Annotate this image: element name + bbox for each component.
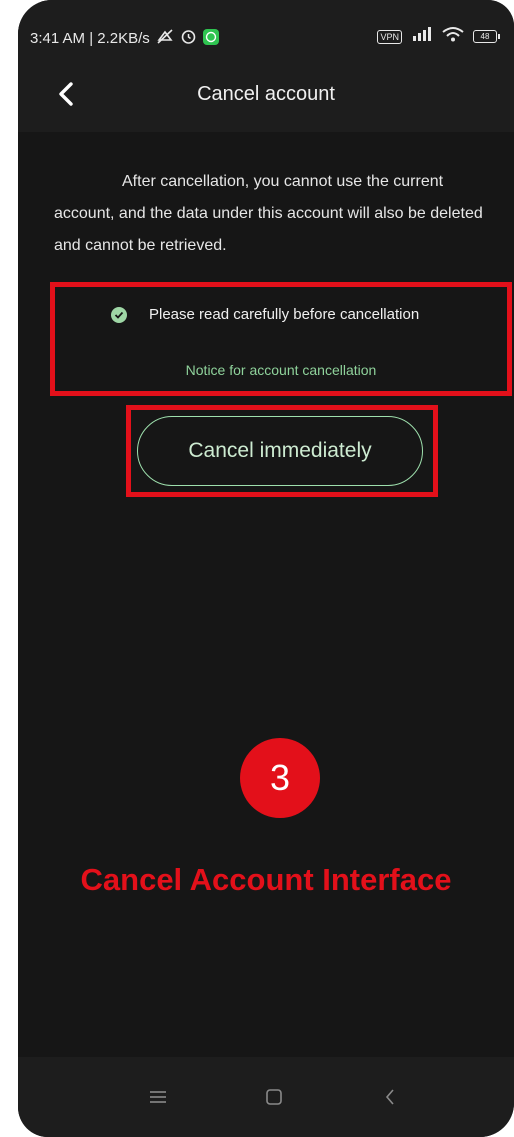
warning-text: After cancellation, you cannot use the c…: [54, 173, 483, 254]
square-icon: [266, 1089, 282, 1105]
button-highlight-box: Cancel immediately: [126, 405, 438, 497]
status-right: VPN 48: [377, 26, 500, 47]
check-icon: [111, 306, 127, 323]
annotation-caption: Cancel Account Interface: [80, 862, 452, 897]
recent-apps-button[interactable]: [138, 1077, 178, 1117]
page-title: Cancel account: [197, 83, 335, 105]
vpn-icon: VPN: [377, 29, 402, 44]
phone-screen: 3:41 AM | 2.2KB/s VPN 48 Cancel account …: [18, 0, 514, 1137]
system-nav-bar: [18, 1057, 514, 1137]
step-number-badge: 3: [240, 738, 320, 818]
battery-icon: 48: [473, 30, 500, 43]
menu-icon: [150, 1091, 166, 1103]
whatsapp-icon: [202, 28, 219, 49]
notice-highlight-box: Please read carefully before cancellatio…: [50, 282, 512, 396]
cancellation-notice-link[interactable]: Notice for account cancellation: [55, 362, 507, 378]
mute-icon: [156, 28, 174, 49]
chevron-left-icon: [385, 1089, 394, 1105]
wifi-icon: [442, 26, 464, 47]
read-confirmation-checkbox[interactable]: Please read carefully before cancellatio…: [111, 306, 419, 323]
cancel-immediately-button[interactable]: Cancel immediately: [137, 416, 423, 486]
app-bar: Cancel account: [18, 60, 514, 132]
signal-icon: [411, 26, 433, 47]
status-left: 3:41 AM | 2.2KB/s: [30, 28, 219, 49]
checkbox-label: Please read carefully before cancellatio…: [149, 306, 420, 323]
alarm-icon: [180, 28, 197, 49]
status-time-speed: 3:41 AM | 2.2KB/s: [30, 30, 150, 47]
home-button[interactable]: [254, 1077, 294, 1117]
system-back-button[interactable]: [370, 1077, 410, 1117]
battery-level: 48: [473, 30, 497, 43]
